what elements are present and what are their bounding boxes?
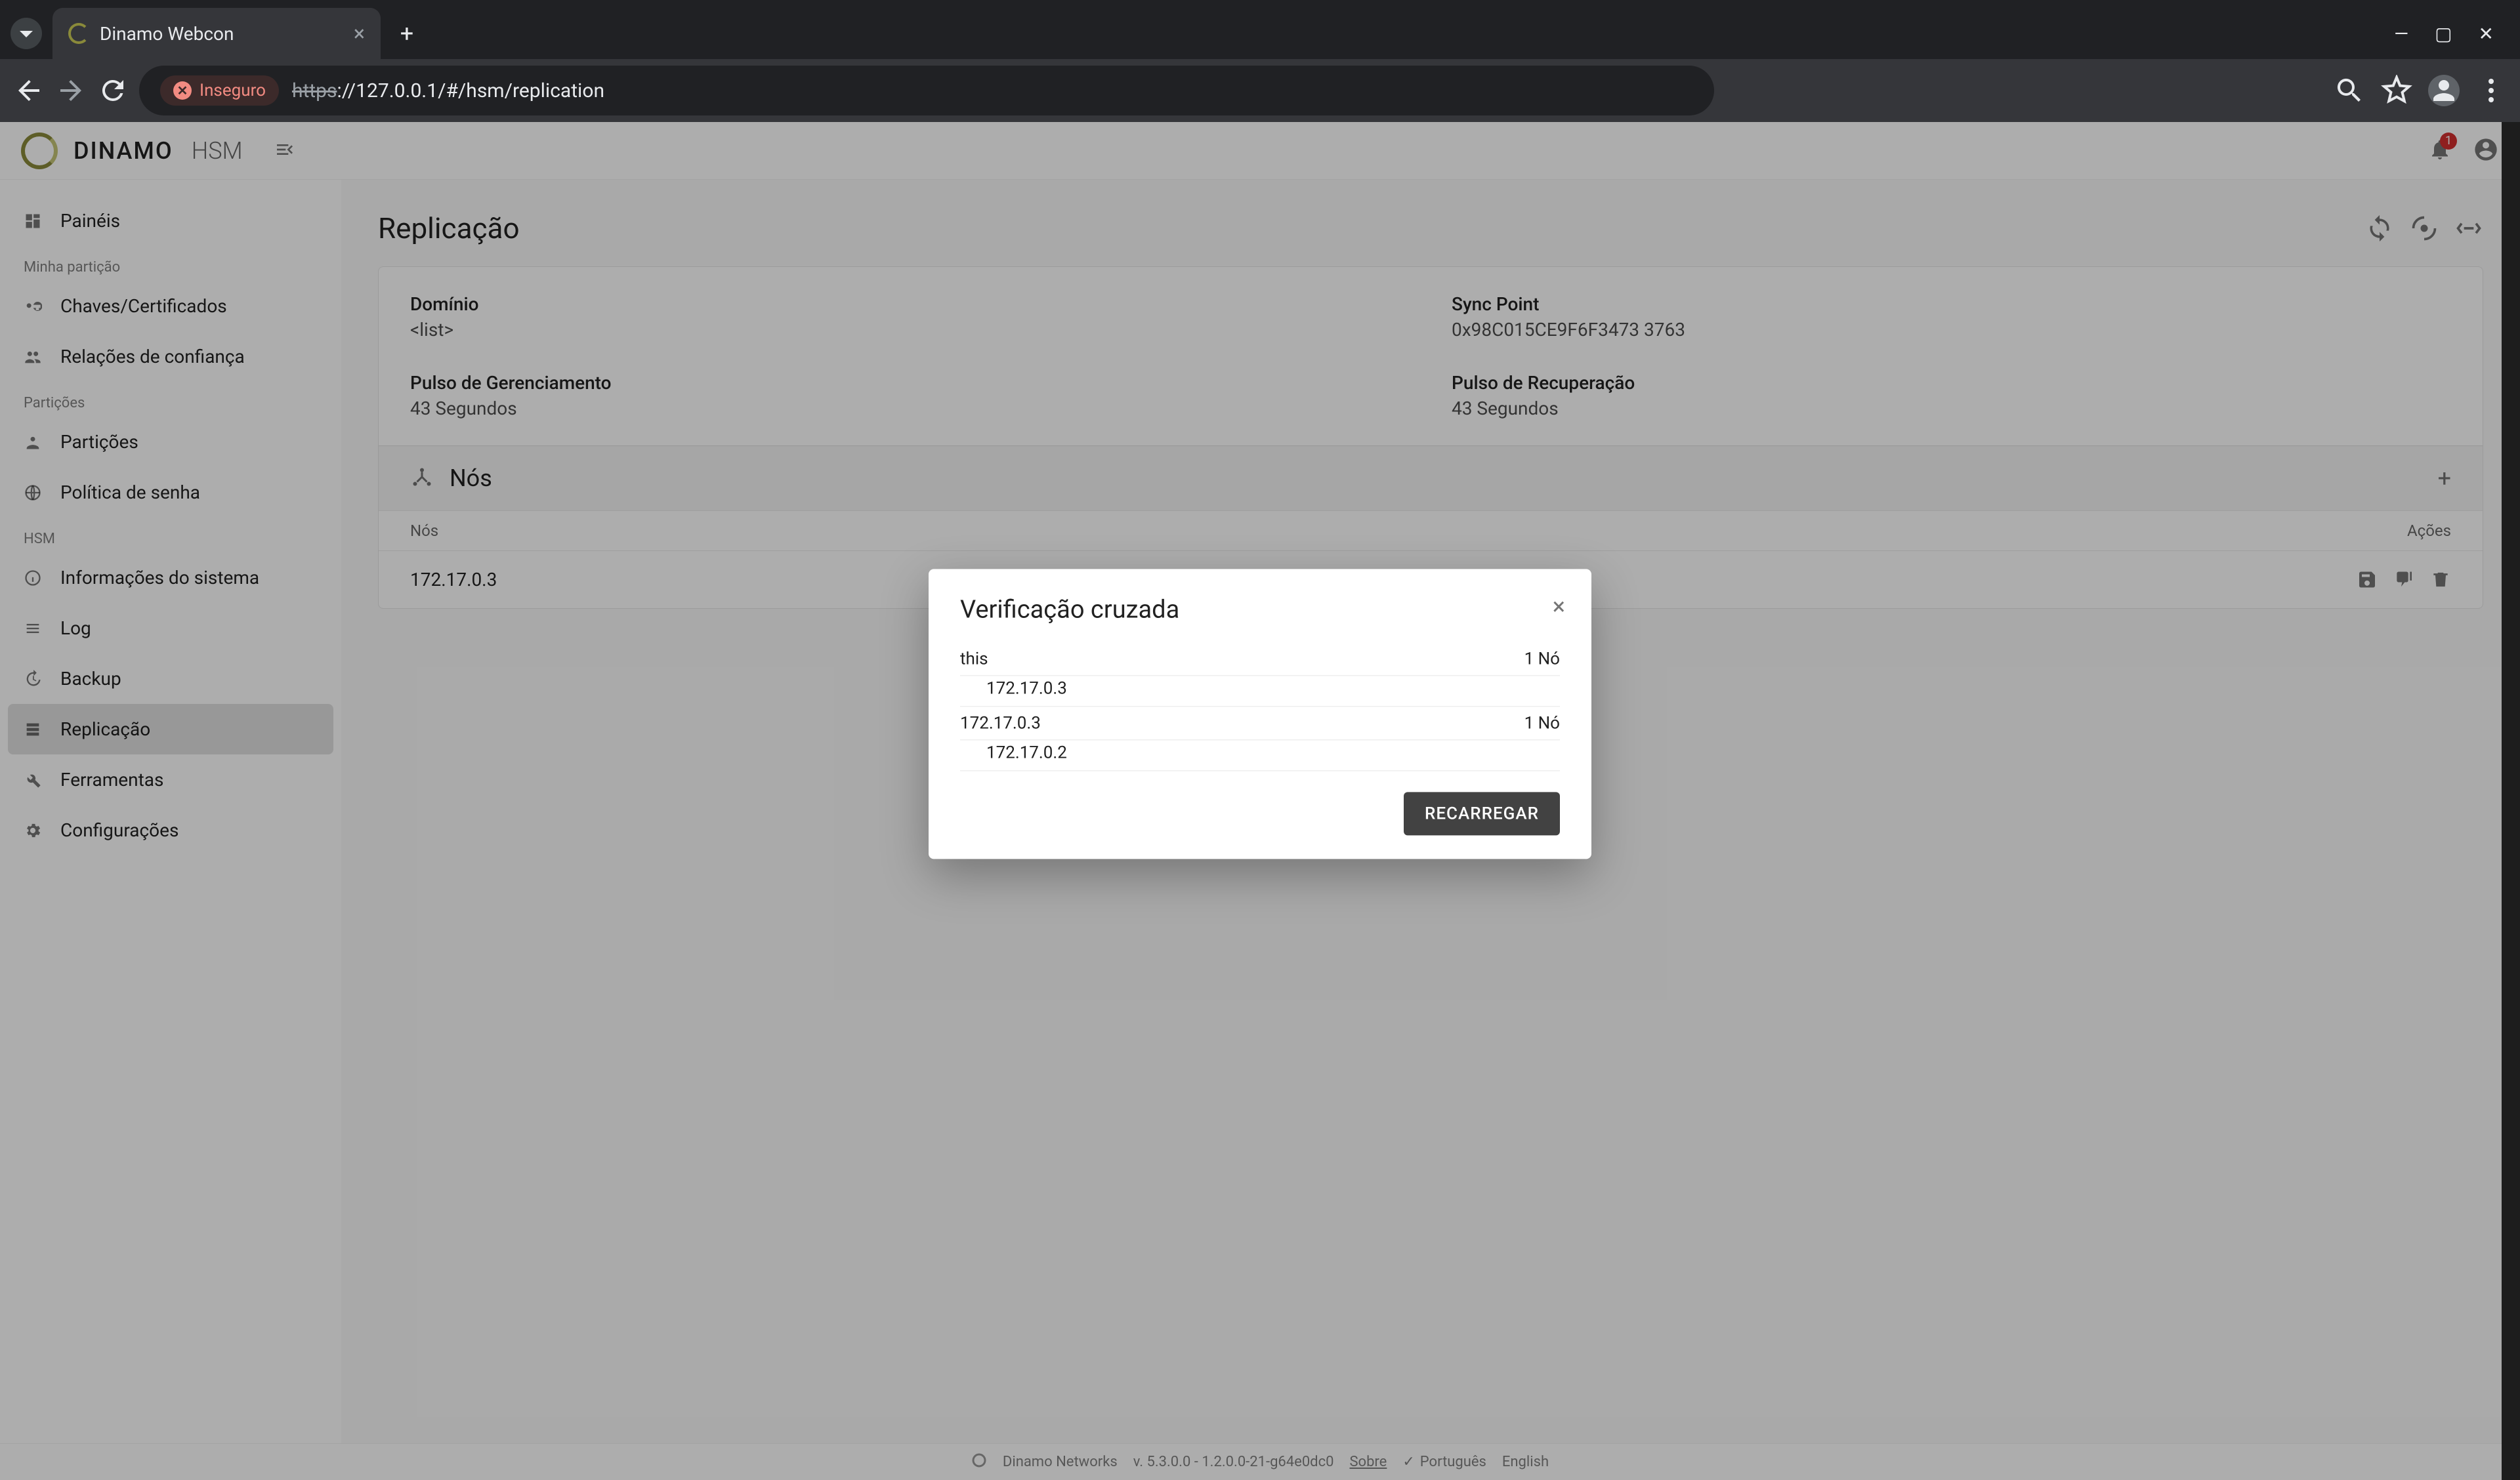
close-window-button[interactable]: ✕ — [2479, 23, 2494, 45]
tab-search-button[interactable] — [10, 18, 42, 49]
maximize-button[interactable]: ▢ — [2435, 23, 2452, 45]
minimize-button[interactable]: — — [2394, 23, 2408, 45]
bookmark-icon[interactable] — [2381, 75, 2412, 106]
modal-close-button[interactable]: × — [1553, 592, 1565, 620]
cross-row: this 1 Nó — [960, 642, 1560, 676]
tab-close-button[interactable]: × — [354, 21, 365, 46]
insecure-label: Inseguro — [200, 81, 266, 100]
insecure-icon: ✕ — [173, 81, 192, 100]
address-bar[interactable]: ✕ Inseguro https://127.0.0.1/#/hsm/repli… — [139, 66, 1714, 115]
browser-tab[interactable]: Dinamo Webcon × — [52, 8, 381, 59]
cross-sub: 172.17.0.2 — [960, 740, 1560, 771]
cross-count: 1 Nó — [1524, 713, 1560, 733]
cross-check-modal: Verificação cruzada × this 1 Nó 172.17.0… — [929, 569, 1591, 859]
cross-sub: 172.17.0.3 — [960, 676, 1560, 707]
new-tab-button[interactable]: + — [391, 18, 423, 49]
browser-menu-button[interactable] — [2475, 75, 2507, 106]
cross-host: 172.17.0.3 — [960, 713, 1524, 733]
cross-host: this — [960, 649, 1524, 668]
tab-title: Dinamo Webcon — [100, 23, 343, 45]
insecure-chip[interactable]: ✕ Inseguro — [160, 75, 279, 106]
url-text: https://127.0.0.1/#/hsm/replication — [292, 79, 604, 102]
tab-favicon — [68, 23, 89, 44]
forward-button[interactable] — [55, 75, 87, 106]
cross-count: 1 Nó — [1524, 649, 1560, 668]
reload-button[interactable] — [97, 75, 129, 106]
back-button[interactable] — [13, 75, 45, 106]
reload-button[interactable]: RECARREGAR — [1404, 792, 1560, 835]
zoom-icon[interactable] — [2334, 75, 2365, 106]
modal-title: Verificação cruzada — [960, 595, 1560, 624]
cross-row: 172.17.0.3 1 Nó — [960, 707, 1560, 740]
profile-button[interactable] — [2428, 75, 2460, 106]
